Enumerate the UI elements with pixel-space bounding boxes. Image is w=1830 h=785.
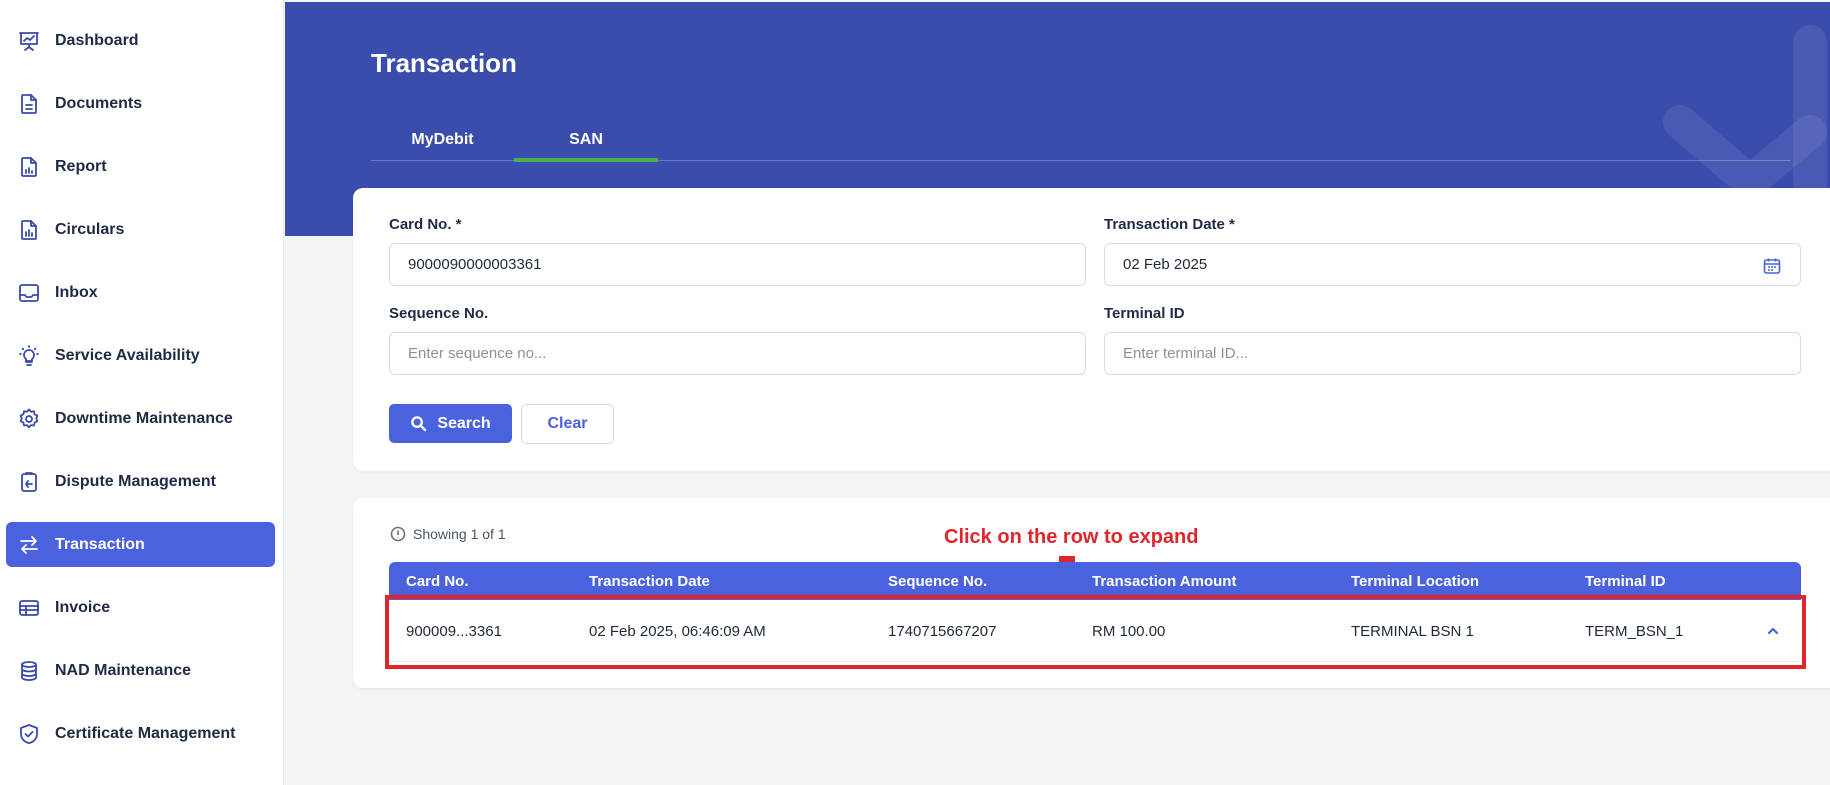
column-header-terminal-id[interactable]: Terminal ID <box>1585 562 1666 600</box>
sidebar-item-label: Downtime Maintenance <box>55 409 233 427</box>
decorative-logo-watermark <box>1663 25 1827 199</box>
search-button[interactable]: Search <box>389 404 512 443</box>
column-header-sequence-no[interactable]: Sequence No. <box>888 562 987 600</box>
shield-check-icon <box>17 722 41 746</box>
sequence-no-label: Sequence No. <box>389 305 489 322</box>
invoice-table-icon <box>17 596 41 620</box>
sidebar-item-label: Circulars <box>55 220 125 238</box>
sequence-no-placeholder: Enter sequence no... <box>408 345 547 362</box>
sidebar-item-report[interactable]: Report <box>6 144 275 189</box>
cell-transaction-date: 02 Feb 2025, 06:46:09 AM <box>589 622 766 640</box>
sidebar-item-dashboard[interactable]: Dashboard <box>6 18 275 63</box>
tab-label: SAN <box>569 130 603 148</box>
sidebar-item-label: Dispute Management <box>55 472 216 490</box>
sidebar-item-label: Certificate Management <box>55 724 236 742</box>
terminal-id-label: Terminal ID <box>1104 305 1185 322</box>
sidebar-item-label: Inbox <box>55 283 98 301</box>
annotation-label: Click on the row to expand <box>944 526 1199 548</box>
terminal-id-input[interactable]: Enter terminal ID... <box>1104 332 1801 375</box>
results-count: Showing 1 of 1 <box>390 526 506 542</box>
clear-button[interactable]: Clear <box>521 404 614 444</box>
cell-terminal-id: TERM_BSN_1 <box>1585 622 1684 640</box>
clear-button-label: Clear <box>547 415 588 432</box>
sidebar-item-label: Documents <box>55 94 143 112</box>
cell-card-no: 900009...3361 <box>406 622 502 640</box>
sidebar-item-inbox[interactable]: Inbox <box>6 270 275 315</box>
sidebar-item-dispute-management[interactable]: Dispute Management <box>6 459 275 504</box>
card-no-input[interactable]: 9000090000003361 <box>389 243 1086 286</box>
sidebar-item-transaction[interactable]: Transaction <box>6 522 275 567</box>
table-row[interactable]: 900009...3361 02 Feb 2025, 06:46:09 AM 1… <box>389 600 1801 662</box>
active-tab-indicator <box>514 158 658 162</box>
document-icon <box>17 92 41 116</box>
lightbulb-icon <box>17 344 41 368</box>
sidebar-item-invoice[interactable]: Invoice <box>6 585 275 630</box>
sidebar-item-service-availability[interactable]: Service Availability <box>6 333 275 378</box>
cell-amount: RM 100.00 <box>1092 622 1166 640</box>
presentation-chart-icon <box>17 29 41 53</box>
inbox-icon <box>17 281 41 305</box>
search-button-label: Search <box>437 414 491 432</box>
sidebar-item-label: Transaction <box>55 535 145 553</box>
sidebar-item-label: NAD Maintenance <box>55 661 192 679</box>
sidebar-item-documents[interactable]: Documents <box>6 81 275 126</box>
column-header-card-no[interactable]: Card No. <box>406 562 469 600</box>
sidebar-item-downtime-maintenance[interactable]: Downtime Maintenance <box>6 396 275 441</box>
chevron-up-icon[interactable] <box>1764 622 1782 640</box>
table-header: Card No. Transaction Date Sequence No. T… <box>389 562 1801 600</box>
clipboard-icon <box>17 470 41 494</box>
report-chart-icon <box>17 155 41 179</box>
calendar-icon[interactable] <box>1762 256 1782 276</box>
info-circle-icon <box>390 526 406 542</box>
transaction-date-value: 02 Feb 2025 <box>1123 256 1208 273</box>
page-title: Transaction <box>371 48 517 78</box>
sidebar-item-label: Report <box>55 157 107 175</box>
gear-icon <box>17 407 41 431</box>
database-icon <box>17 659 41 683</box>
cell-terminal-location: TERMINAL BSN 1 <box>1351 622 1474 640</box>
column-header-transaction-date[interactable]: Transaction Date <box>589 562 710 600</box>
sidebar-item-label: Invoice <box>55 598 111 616</box>
transaction-date-label: Transaction Date * <box>1104 216 1235 233</box>
sidebar-item-label: Service Availability <box>55 346 200 364</box>
tab-bar: MyDebit SAN <box>371 118 1791 162</box>
sidebar: Dashboard Documents Report Circulars Inb… <box>0 0 284 785</box>
sidebar-item-certificate-management[interactable]: Certificate Management <box>6 711 275 756</box>
card-no-label: Card No. * <box>389 216 462 233</box>
sidebar-item-circulars[interactable]: Circulars <box>6 207 275 252</box>
cell-sequence-no: 1740715667207 <box>888 622 997 640</box>
arrows-swap-icon <box>17 533 41 557</box>
column-header-terminal-location[interactable]: Terminal Location <box>1351 562 1479 600</box>
sidebar-item-label: Dashboard <box>55 31 139 49</box>
circulars-icon <box>17 218 41 242</box>
tab-san[interactable]: SAN <box>514 118 658 162</box>
card-no-value: 9000090000003361 <box>408 256 542 273</box>
terminal-id-placeholder: Enter terminal ID... <box>1123 345 1249 362</box>
column-header-transaction-amount[interactable]: Transaction Amount <box>1092 562 1236 600</box>
transaction-date-input[interactable]: 02 Feb 2025 <box>1104 243 1801 286</box>
tab-label: MyDebit <box>411 130 474 148</box>
search-icon <box>411 416 427 432</box>
tab-mydebit[interactable]: MyDebit <box>371 118 514 161</box>
sequence-no-input[interactable]: Enter sequence no... <box>389 332 1086 375</box>
sidebar-item-nad-maintenance[interactable]: NAD Maintenance <box>6 648 275 693</box>
showing-text: Showing 1 of 1 <box>413 526 506 542</box>
